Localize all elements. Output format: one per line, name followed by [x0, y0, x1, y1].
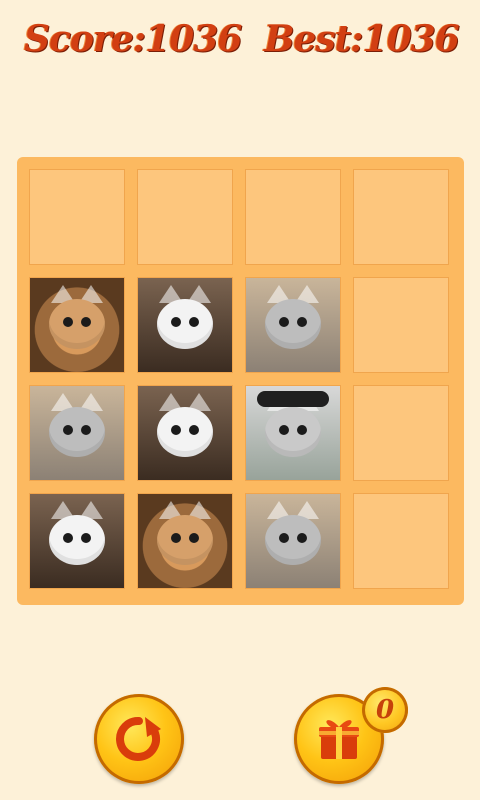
kitten-pirate-tile	[246, 386, 340, 480]
kitten-face-icon	[261, 501, 325, 573]
kitten-eye	[297, 317, 307, 327]
kitten-eye	[81, 317, 91, 327]
kitten-eye	[279, 425, 289, 435]
kitten-eye	[189, 533, 199, 543]
board-cell	[29, 277, 125, 373]
board-cell	[353, 169, 449, 265]
board-cell	[245, 169, 341, 265]
gift-icon	[319, 720, 359, 759]
refresh-icon	[116, 716, 161, 761]
best-score-label: Best:1036	[264, 18, 460, 60]
kitten-face-icon	[257, 391, 329, 465]
kitten-eye	[81, 533, 91, 543]
board-cell	[137, 493, 233, 589]
kitten-eye	[171, 533, 181, 543]
restart-button[interactable]	[94, 694, 184, 784]
kitten-head	[49, 515, 105, 565]
kitten-white-tile	[138, 386, 232, 480]
board-cell	[245, 493, 341, 589]
kitten-eye	[81, 425, 91, 435]
kitten-face-icon	[153, 393, 217, 465]
board-cell	[245, 277, 341, 373]
kitten-eye	[171, 425, 181, 435]
kitten-face-icon	[45, 285, 109, 357]
kitten-eye	[297, 533, 307, 543]
board-cell	[29, 493, 125, 589]
kitten-face-icon	[261, 285, 325, 357]
kitten-white-tile	[30, 494, 124, 588]
kitten-face-icon	[153, 285, 217, 357]
board-cell	[29, 385, 125, 481]
kitten-face-icon	[45, 501, 109, 573]
kitten-head	[49, 407, 105, 457]
kitten-face-icon	[45, 393, 109, 465]
board-cell	[137, 169, 233, 265]
kitten-eye	[189, 425, 199, 435]
kitten-head	[157, 407, 213, 457]
kitten-eye	[189, 317, 199, 327]
kitten-head	[49, 299, 105, 349]
kitten-eye	[279, 533, 289, 543]
pirate-hat-icon	[257, 391, 329, 407]
board-cell	[137, 385, 233, 481]
board-cell	[353, 493, 449, 589]
board-cell	[29, 169, 125, 265]
score-bar: Score:1036 Best:1036	[0, 18, 480, 74]
gift-count-badge: 0	[362, 687, 408, 733]
kitten-head	[157, 299, 213, 349]
kitten-grey-tile	[246, 494, 340, 588]
score-label: Score:1036	[24, 18, 242, 60]
kitten-eye	[63, 425, 73, 435]
kitten-eye	[171, 317, 181, 327]
kitten-white-tile	[138, 278, 232, 372]
game-board	[17, 157, 464, 605]
kitten-head	[265, 407, 321, 457]
kitten-orange-tile	[30, 278, 124, 372]
kitten-eye	[297, 425, 307, 435]
board-cell	[137, 277, 233, 373]
kitten-eye	[63, 317, 73, 327]
board-cell	[353, 385, 449, 481]
kitten-orange-tile	[138, 494, 232, 588]
kitten-eye	[279, 317, 289, 327]
board-cell	[353, 277, 449, 373]
kitten-grey-tile	[30, 386, 124, 480]
board-cell	[245, 385, 341, 481]
kitten-grey-tile	[246, 278, 340, 372]
kitten-head	[265, 299, 321, 349]
gift-count-text: 0	[375, 695, 395, 725]
kitten-eye	[63, 533, 73, 543]
kitten-face-icon	[153, 501, 217, 573]
kitten-head	[265, 515, 321, 565]
kitten-head	[157, 515, 213, 565]
